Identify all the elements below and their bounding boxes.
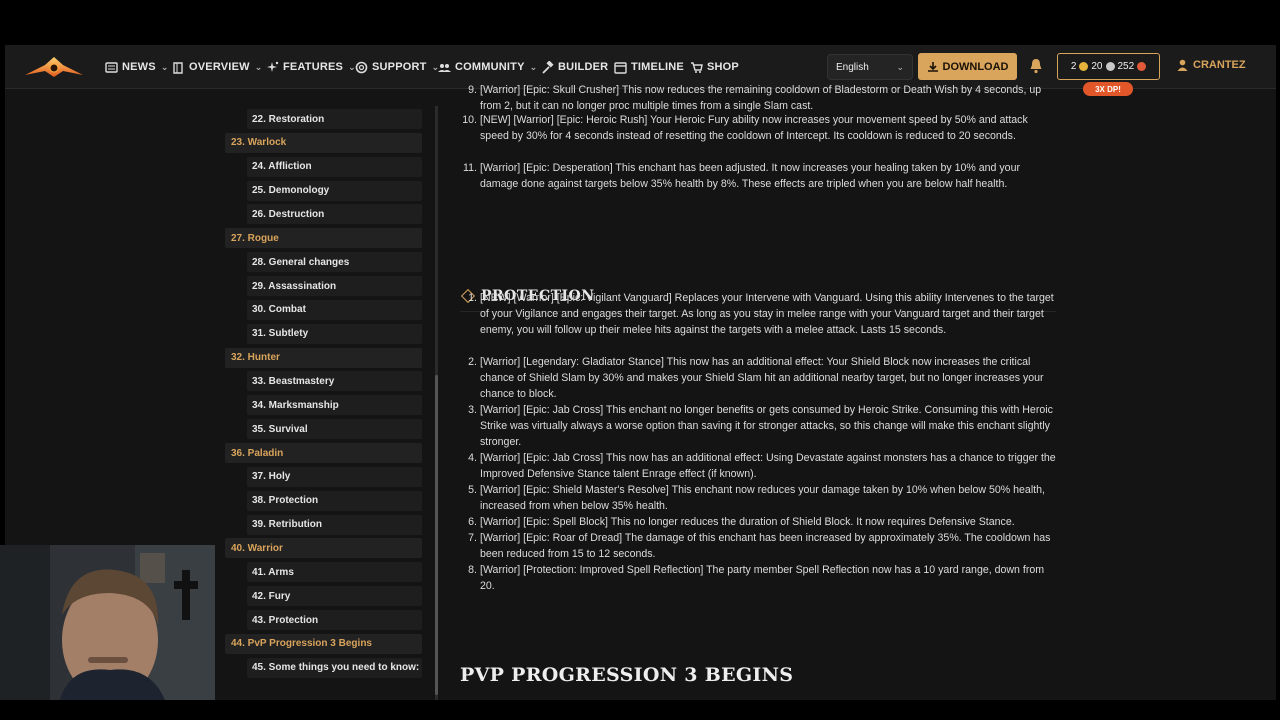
list-text: [NEW] [Warrior] [Epic: Heroic Rush] Your… (480, 114, 1028, 142)
username: CRANTEZ (1193, 59, 1246, 71)
nav-overview[interactable]: OVERVIEW ⌄ (172, 59, 262, 75)
list-number: 11. (463, 162, 477, 174)
chevron-down-icon: ⌄ (160, 61, 169, 72)
chevron-down-icon: ⌄ (529, 61, 538, 72)
list-text: [Warrior] [Epic: Roar of Dread] The dama… (480, 532, 1051, 560)
calendar-icon (614, 61, 627, 74)
download-button[interactable]: DOWNLOAD (918, 53, 1017, 80)
toc-item[interactable]: 36. Paladin (225, 443, 422, 464)
nav-builder[interactable]: BUILDER (541, 59, 608, 75)
list-number: 4. (468, 452, 477, 464)
silver-amount: 20 (1091, 61, 1103, 72)
nav-community[interactable]: COMMUNITY ⌄ (438, 59, 537, 75)
nav-news-label: NEWS (122, 61, 156, 73)
nav-features[interactable]: FEATURES ⌄ (266, 59, 356, 75)
currency-balance[interactable]: 2 20 252 (1057, 53, 1160, 80)
toc-item[interactable]: 32. Hunter (225, 347, 422, 368)
language-select[interactable]: English ⌄ (827, 54, 913, 80)
sparkle-icon (267, 61, 279, 72)
toc-item[interactable]: 44. PvP Progression 3 Begins (225, 633, 422, 654)
nav-features-label: FEATURES (283, 61, 344, 73)
dp-amount: 252 (1117, 61, 1135, 72)
toc-item[interactable]: 40. Warrior (225, 538, 422, 559)
section-heading-pvp-progression: PVP PROGRESSION 3 BEGINS (460, 664, 794, 686)
toc-item[interactable]: 41. Arms (247, 562, 422, 583)
nav-support-label: SUPPORT (372, 61, 427, 73)
hammer-icon (542, 60, 554, 74)
toc-item[interactable]: 24. Affliction (247, 156, 422, 177)
book-icon (173, 61, 183, 74)
toc-item[interactable]: 33. Beastmastery (247, 371, 422, 392)
toc-item[interactable]: 23. Warlock (225, 132, 422, 153)
nav-overview-label: OVERVIEW (189, 61, 250, 73)
list-text: [Warrior] [Epic: Spell Block] This no lo… (480, 516, 1015, 528)
cart-icon (691, 61, 703, 73)
download-label: DOWNLOAD (942, 60, 1009, 73)
list-number: 1. (468, 292, 477, 304)
toc-item[interactable]: 31. Subtlety (247, 323, 422, 344)
users-icon (438, 63, 451, 72)
list-text: [Warrior] [Epic: Shield Master's Resolve… (480, 484, 1045, 512)
nav-timeline-label: TIMELINE (631, 61, 684, 73)
toc-item[interactable]: 45. Some things you need to know: (247, 657, 422, 678)
nav-support[interactable]: SUPPORT ⌄ (355, 59, 439, 75)
toc-item[interactable]: 35. Survival (247, 419, 422, 440)
gold-coin-icon (1079, 62, 1089, 71)
list-number: 9. (468, 84, 477, 96)
list-number: 10. (462, 114, 477, 126)
toc-item[interactable]: 37. Holy (247, 466, 422, 487)
toc-item[interactable]: 30. Combat (247, 299, 422, 320)
nav-shop-label: SHOP (707, 61, 739, 73)
toc-item[interactable]: 28. General changes (247, 252, 422, 273)
list-text: [Warrior] [Legendary: Gladiator Stance] … (480, 356, 1044, 400)
list-text: [Warrior] [Epic: Skull Crusher] This now… (480, 84, 1042, 112)
toc-item[interactable]: 39. Retribution (247, 514, 422, 535)
toc-item[interactable]: 22. Restoration (247, 109, 422, 129)
webcam-overlay (0, 545, 215, 700)
list-number: 8. (468, 564, 477, 576)
nav-builder-label: BUILDER (558, 61, 609, 73)
nav-news[interactable]: NEWS ⌄ (105, 59, 169, 75)
list-text: [Warrior] [Protection: Improved Spell Re… (480, 564, 1045, 592)
site-logo-icon[interactable] (23, 55, 85, 79)
toc-item[interactable]: 42. Fury (247, 586, 422, 607)
newspaper-icon (105, 61, 118, 73)
list-number: 6. (468, 516, 477, 528)
nav-community-label: COMMUNITY (455, 61, 525, 73)
dp-promo-badge: 3X DP! (1083, 82, 1133, 96)
lifebuoy-icon (355, 61, 368, 73)
list-text: [Warrior] [Epic: Jab Cross] This now has… (480, 452, 1056, 480)
toc-item[interactable]: 25. Demonology (247, 180, 422, 201)
table-of-contents: 22. Restoration 23. Warlock 24. Affliction… (225, 106, 425, 700)
list-number: 7. (468, 532, 477, 544)
user-icon (1177, 59, 1188, 71)
list-text: [NEW] [Warrior] [Epic: Vigilant Vanguard… (480, 292, 1054, 336)
user-menu[interactable]: CRANTEZ (1177, 59, 1246, 71)
list-number: 3. (468, 404, 477, 416)
silver-coin-icon (1105, 62, 1115, 71)
list-text: [Warrior] [Epic: Jab Cross] This enchant… (480, 404, 1053, 448)
nav-shop[interactable]: SHOP (690, 59, 739, 75)
chevron-down-icon: ⌄ (254, 61, 263, 72)
toc-item[interactable]: 38. Protection (247, 490, 422, 511)
list-text: [Warrior] [Epic: Desperation] This encha… (480, 162, 1020, 190)
bell-icon[interactable] (1029, 58, 1043, 74)
gold-amount: 2 (1070, 61, 1077, 72)
toc-item[interactable]: 34. Marksmanship (247, 395, 422, 416)
chevron-down-icon: ⌄ (896, 61, 904, 72)
list-number: 5. (468, 484, 477, 496)
toc-item[interactable]: 29. Assassination (247, 276, 422, 297)
sidebar-scrollbar-thumb[interactable] (435, 375, 438, 695)
language-value: English (836, 61, 869, 73)
toc-item[interactable]: 43. Protection (247, 610, 422, 631)
dp-coin-icon (1137, 62, 1147, 71)
list-number: 2. (468, 356, 477, 368)
toc-item[interactable]: 27. Rogue (225, 228, 422, 249)
nav-timeline[interactable]: TIMELINE (614, 59, 684, 75)
download-icon (927, 61, 938, 72)
toc-item[interactable]: 26. Destruction (247, 204, 422, 225)
